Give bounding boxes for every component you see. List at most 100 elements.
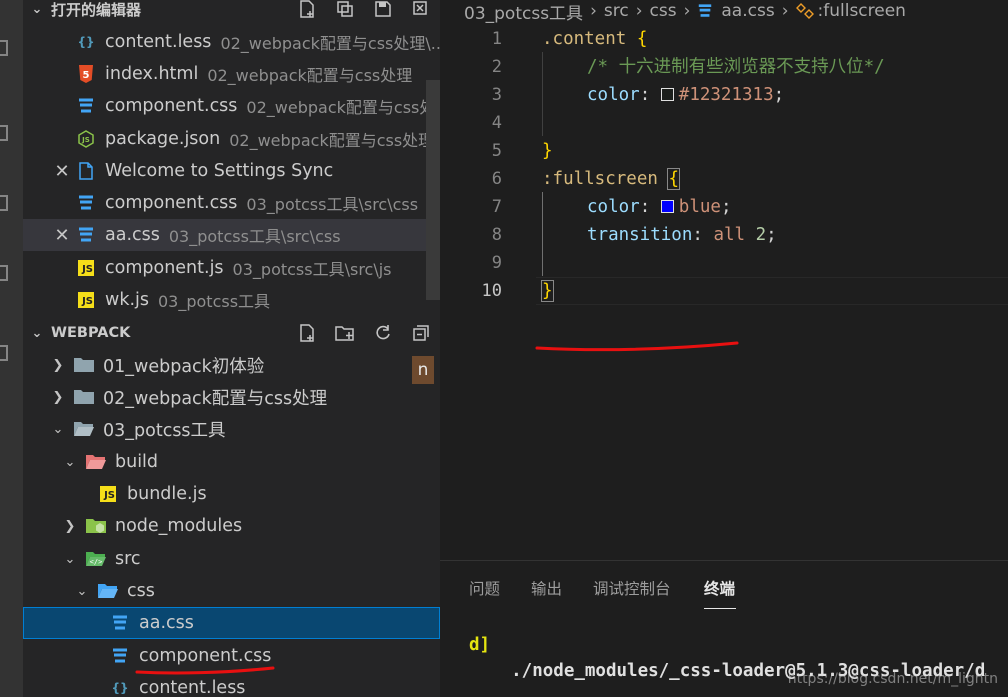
open-editor-name: aa.css [105,225,160,245]
tree-item-label: content.less [139,678,246,697]
search-icon[interactable] [0,40,8,56]
toggle-vertical-layout-icon[interactable] [334,0,356,20]
open-editor-desc: 03_potcss工具 [158,292,271,311]
folder-css-icon [97,583,119,599]
code-line[interactable]: .content { [542,25,647,53]
open-editor-item[interactable]: JS package.json 02_webpack配置与css处理 [23,123,440,155]
open-editors-header[interactable]: ⌄ 打开的编辑器 [23,0,440,25]
open-editor-desc: 02_webpack配置与css处理 [229,131,435,150]
chevron-down-icon: ⌄ [64,551,76,567]
watermark: https://blog.csdn.net/m_lightn [787,671,998,687]
js-icon: JS [75,257,97,279]
line-number: 6 [491,169,502,189]
sidebar-scrollbar[interactable] [426,80,440,300]
line-number-current: 10 [481,281,502,301]
new-untitled-file-icon[interactable] [296,0,318,20]
open-editor-item[interactable]: 5 index.html 02_webpack配置与css处理 [23,58,440,90]
code-line[interactable]: :fullscreen { [542,165,680,193]
chevron-down-icon: ⌄ [76,583,88,599]
open-editor-name: Welcome to Settings Sync [105,161,334,181]
run-debug-icon[interactable] [0,195,8,211]
code-line[interactable]: color: #12321313; [587,81,784,109]
tree-folder[interactable]: ❯ 01_webpack初体验 [23,349,440,381]
chevron-down-icon: ⌄ [31,1,43,17]
svg-text:5: 5 [83,70,90,81]
open-editor-item[interactable]: JS component.js 03_potcss工具\src\js [23,252,440,284]
line-number: 2 [491,57,502,77]
open-editor-desc: 03_potcss工具\src\js [232,260,392,279]
tree-folder[interactable]: ⌄ css [23,575,440,607]
open-editor-item[interactable]: component.css 03_potcss工具\src\css [23,187,440,219]
tree-folder[interactable]: ❯ node_modules [23,510,440,542]
tree-folder[interactable]: ⌄ 03_potcss工具 [23,413,440,445]
new-folder-icon[interactable] [334,322,356,344]
css-icon [109,612,131,634]
indent-guide [542,52,543,136]
open-editor-name: component.js [105,258,224,278]
tree-file-selected[interactable]: aa.css [23,607,440,639]
tree-item-label: node_modules [115,516,243,536]
close-icon[interactable]: ✕ [51,225,73,246]
code-line[interactable]: } [541,277,554,305]
folder-icon [73,389,95,405]
extensions-icon[interactable] [0,265,8,281]
tab-terminal[interactable]: 终端 [704,577,735,599]
color-swatch[interactable] [660,88,674,101]
current-line-highlight [536,277,1008,305]
code-line[interactable]: color: blue; [587,193,731,221]
workspace-header[interactable]: ⌄ WEBPACK [23,317,440,349]
css-icon [75,224,97,246]
tree-folder[interactable]: ❯ 02_webpack配置与css处理 [23,381,440,413]
chevron-right-icon: ❯ [64,518,76,534]
tree-file[interactable]: {} content.less [23,672,440,697]
save-all-icon[interactable] [372,0,394,20]
line-number: 3 [491,85,502,105]
folder-open-icon [73,421,95,437]
tree-item-label: build [115,452,159,472]
code-line[interactable]: /* 十六进制有些浏览器不支持八位*/ [587,53,885,81]
refresh-icon[interactable] [372,322,394,344]
indent-guide-active [542,192,543,276]
line-number: 1 [491,29,502,49]
tree-item-label: src [115,549,141,569]
color-swatch[interactable] [660,200,674,213]
code-line[interactable]: } [542,137,553,165]
tree-folder[interactable]: ⌄ </> src [23,543,440,575]
breadcrumb-item[interactable]: src [604,1,629,21]
active-tab-indicator [704,608,736,609]
close-all-editors-icon[interactable] [410,0,432,20]
css-icon [109,645,131,667]
chevron-down-icon: ⌄ [64,454,76,470]
tree-file[interactable]: JS bundle.js [23,478,440,510]
breadcrumb-item[interactable]: 03_potcss工具 [464,0,583,24]
tab-output[interactable]: 输出 [531,577,562,599]
breadcrumb-item[interactable]: :fullscreen [818,1,906,21]
open-editor-item[interactable]: component.css 02_webpack配置与css处... [23,90,440,122]
breadcrumb-item[interactable]: css [650,1,677,21]
tree-file[interactable]: component.css [23,640,440,672]
breadcrumb: 03_potcss工具 › src › css › aa.css › :full… [464,0,906,24]
tree-item-label: 01_webpack初体验 [103,356,265,377]
open-editor-item[interactable]: {} content.less 02_webpack配置与css处理\... [23,26,440,58]
open-editor-item-active[interactable]: ✕ aa.css 03_potcss工具\src\css [23,219,440,251]
chevron-right-icon: › [683,1,691,21]
code-line[interactable]: transition: all 2; [587,221,777,249]
new-file-icon[interactable] [296,322,318,344]
source-control-icon[interactable] [0,125,8,141]
line-number: 5 [491,141,502,161]
tree-folder[interactable]: ⌄ build [23,446,440,478]
breadcrumb-item[interactable]: aa.css [721,1,774,21]
open-editor-item[interactable]: ✕ Welcome to Settings Sync [23,155,440,187]
folder-build-icon [85,454,107,470]
open-editor-name: content.less [105,32,212,52]
tab-debug-console[interactable]: 调试控制台 [593,577,671,599]
open-editors-title: 打开的编辑器 [51,0,142,19]
close-icon[interactable]: ✕ [51,161,73,182]
tab-problems[interactable]: 问题 [469,577,500,599]
collapse-all-icon[interactable] [410,322,432,344]
json-icon: JS [75,128,97,150]
open-editor-item[interactable]: JS wk.js 03_potcss工具 [23,284,440,316]
remote-explorer-icon[interactable] [0,345,8,361]
folder-node-icon [85,518,107,534]
chevron-right-icon: › [635,1,643,21]
